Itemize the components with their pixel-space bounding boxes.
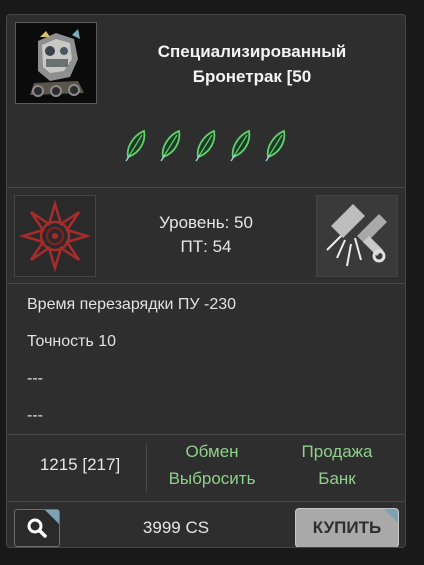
- item-card: Специализированный Бронетрак [50 Уровень…: [6, 14, 406, 548]
- item-footer: 3999 CS КУПИТЬ: [7, 502, 405, 547]
- item-header: Специализированный Бронетрак [50: [7, 15, 405, 188]
- leaf-grade-icon: [124, 129, 145, 162]
- discard-link[interactable]: Выбросить: [160, 469, 264, 489]
- item-title-line-2: Бронетрак [50: [192, 67, 312, 86]
- sell-link[interactable]: Продажа: [287, 442, 387, 462]
- broken-bolt-icon: [316, 195, 398, 277]
- item-count: 1215 [217]: [39, 455, 121, 474]
- leaf-grade-icon: [159, 129, 180, 162]
- item-title: Специализированный Бронетрак [50: [103, 39, 401, 89]
- item-actions: 1215 [217] Обмен Выбросить Продажа Банк: [7, 435, 405, 502]
- leaf-grade-icon: [194, 129, 215, 162]
- property-accuracy: Точность 10: [27, 333, 117, 350]
- buy-button-corner: [384, 509, 398, 523]
- search-button[interactable]: [14, 509, 60, 547]
- exchange-link[interactable]: Обмен: [160, 442, 264, 462]
- leaf-grade-icon: [264, 129, 285, 162]
- grade-icons: [7, 127, 405, 163]
- buy-button-label: КУПИТЬ: [312, 518, 382, 537]
- armored-truck-icon[interactable]: [15, 22, 97, 104]
- item-title-line-1: Специализированный: [157, 42, 347, 61]
- property-empty-1: ---: [27, 370, 43, 387]
- search-button-corner: [45, 510, 59, 524]
- bank-link[interactable]: Банк: [287, 469, 387, 489]
- actions-divider: [146, 443, 147, 493]
- buy-button[interactable]: КУПИТЬ: [295, 508, 399, 547]
- item-stats: Уровень: 50 ПТ: 54: [7, 188, 405, 284]
- property-empty-2: ---: [27, 407, 43, 424]
- item-properties: Время перезарядки ПУ -230 Точность 10 --…: [7, 284, 405, 435]
- property-cooldown: Время перезарядки ПУ -230: [27, 296, 237, 313]
- leaf-grade-icon: [229, 129, 250, 162]
- price-text: 3999 CS: [142, 518, 210, 537]
